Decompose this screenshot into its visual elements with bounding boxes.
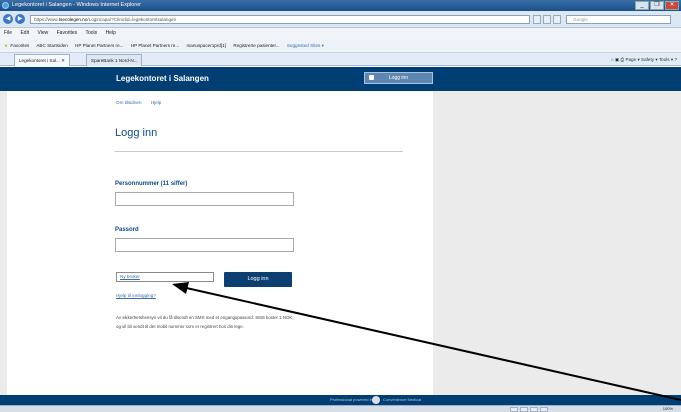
menu-bar: File Edit View Favorites Tools Help [0,28,681,39]
status-cell [530,407,538,412]
web-page: Legekontoret i Salangen Logg inn Om tils… [0,67,681,405]
header-login-button[interactable]: Logg inn [364,72,433,84]
divider [115,151,403,152]
help-icon[interactable]: ? [674,57,677,62]
password-label: Passord [115,227,139,233]
menu-help[interactable]: Help [106,30,116,36]
address-bar: ◀ ▶ https://www.tsecolegen.no/Logincapa/… [0,11,681,28]
status-cells [510,407,548,412]
command-tools[interactable]: Tools ▾ [659,57,673,62]
footer-brand: Convenience Medical [383,397,422,402]
favorite-item[interactable]: ABC Startsiden [36,43,67,48]
menu-tools[interactable]: Tools [85,30,97,36]
menu-favorites[interactable]: Favorites [57,30,78,36]
address-tools [533,15,561,24]
favorites-button[interactable]: Favorites [10,43,29,48]
menu-edit[interactable]: Edit [20,30,29,36]
lock-icon[interactable] [533,15,541,24]
password-input[interactable] [115,238,294,252]
tab-bar: Legekontoret i Sal... ✕ SpareBank 1 Nord… [0,53,681,66]
status-cell [540,407,548,412]
sub-navigation: Om tilsidnen Hjelp [116,100,169,105]
sms-info-text: Av sikkerhetshensyn vil du få tilsendt e… [116,315,294,329]
about-link[interactable]: Om tilsidnen [116,100,142,105]
login-panel: Om tilsidnen Hjelp Logg inn Personnummer… [7,91,433,395]
command-page[interactable]: Page ▾ [625,57,639,62]
minimize-button[interactable]: _ [635,1,649,10]
favorites-bar: ★ Favorites ABC Startsiden HP Planet Par… [0,39,681,53]
command-safety[interactable]: Safety ▾ [641,57,658,62]
login-submit-button[interactable]: Logg inn [224,272,292,287]
favorite-item[interactable]: Registrerte pasienter... [233,43,279,48]
search-input[interactable]: Google [566,15,671,24]
forward-icon[interactable]: ▶ [15,14,25,24]
tab-sparebank[interactable]: SpareBank 1 Nord-N... [86,54,143,66]
favorite-item[interactable]: HP Planet Partners re... [75,43,123,48]
window-controls: _ ❐ ✕ [635,1,679,10]
stop-icon[interactable] [553,15,561,24]
menu-view[interactable]: View [37,30,48,36]
suggested-sites[interactable]: Suggested Sites ▾ [287,43,324,48]
command-bar: ⌂ ▣ ⎙ Page ▾ Safety ▾ Tools ▾ ? [611,53,677,66]
footer-logo-icon [372,396,380,404]
internet-explorer-icon [2,2,9,9]
site-title: Legekontoret i Salangen [116,74,209,83]
site-header: Legekontoret i Salangen Logg inn [0,67,681,91]
maximize-button[interactable]: ❐ [650,1,664,10]
status-bar: 100% [0,405,681,412]
login-help-link[interactable]: Hjelp til innlogging? [116,293,156,298]
new-user-link[interactable]: Ny bruker [116,272,214,282]
person-number-input[interactable] [115,192,294,206]
status-cell [510,407,518,412]
print-icon[interactable]: ⎙ [620,57,624,62]
right-empty-area [433,91,681,395]
feeds-icon[interactable]: ▣ [615,57,619,62]
url-input[interactable]: https://www.tsecolegen.no/Logincapa/?Cli… [30,15,530,24]
zoom-level[interactable]: 100% [663,406,673,412]
favorite-item[interactable]: HP Planet Partners re... [131,43,179,48]
person-number-label: Personnummer (11 siffer) [115,181,188,187]
menu-file[interactable]: File [4,30,12,36]
refresh-icon[interactable] [543,15,551,24]
favorite-item[interactable]: manuspacer1prd[1] [186,43,226,48]
close-button[interactable]: ✕ [665,1,679,10]
page-title: Logg inn [115,127,158,139]
favorites-star-icon: ★ [4,43,9,48]
footer-powered: Professional powered by [330,397,374,402]
back-icon[interactable]: ◀ [3,14,13,24]
window-titlebar: Legekontoret i Salangen - Windows Intern… [0,0,681,11]
lock-icon [369,75,374,80]
tab-legekontoret[interactable]: Legekontoret i Sal... ✕ [14,54,70,66]
site-footer: Professional powered by Convenience Medi… [0,395,681,405]
home-icon[interactable]: ⌂ [611,57,614,62]
url-path: /Logincapa/?Cliniclid=legekontoretsalang… [87,17,177,22]
window-title: Legekontoret i Salangen - Windows Intern… [12,2,142,8]
status-cell [520,407,528,412]
url-prefix: https://www. [34,17,59,22]
url-domain: tsecolegen.no [58,17,88,22]
help-link-top[interactable]: Hjelp [151,100,161,105]
header-login-label: Logg inn [388,75,409,81]
